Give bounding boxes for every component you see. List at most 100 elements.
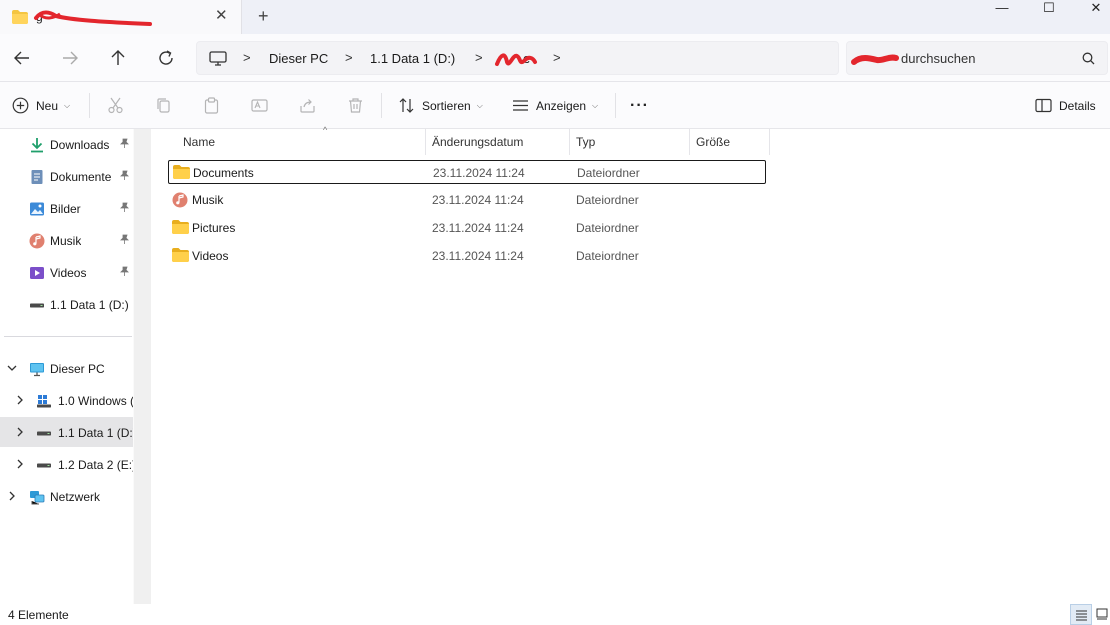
breadcrumb-chevron[interactable]: > <box>553 50 561 65</box>
large-icons-view-button[interactable] <box>1093 604 1110 625</box>
large-icons-view-icon <box>1096 608 1108 620</box>
details-view-icon <box>1076 610 1087 621</box>
sidebar-item-dokumente[interactable]: Dokumente <box>0 161 134 191</box>
forward-button[interactable] <box>58 46 82 70</box>
maximize-button[interactable]: ☐ <box>1029 0 1069 18</box>
sidebar-item-bilder[interactable]: Bilder <box>0 193 134 223</box>
cut-button[interactable] <box>107 82 124 129</box>
details-pane-button[interactable]: Details <box>1035 82 1096 129</box>
folder-icon <box>172 220 189 234</box>
file-type: Dateiordner <box>577 166 640 180</box>
pin-icon[interactable] <box>119 138 130 149</box>
windows-drive-icon <box>37 395 51 408</box>
view-list-icon <box>513 100 528 111</box>
drive-icon <box>37 463 51 468</box>
pictures-icon <box>30 202 44 216</box>
file-type: Dateiordner <box>576 221 639 235</box>
sidebar-item-label: Bilder <box>50 202 81 216</box>
sort-button[interactable]: Sortieren ⌵ <box>398 82 483 129</box>
search-box[interactable]: durchsuchen <box>846 41 1108 75</box>
arrow-up-icon <box>111 50 125 65</box>
column-header-date[interactable]: Änderungsdatum <box>426 129 570 155</box>
list-item-documents[interactable]: Documents 23.11.2024 11:24 Dateiordner <box>168 160 766 184</box>
column-header-size[interactable]: Größe <box>690 129 770 155</box>
list-item-pictures[interactable]: Pictures 23.11.2024 11:24 Dateiordner <box>168 216 766 240</box>
refresh-button[interactable] <box>154 46 178 70</box>
chevron-down-icon[interactable] <box>6 362 18 374</box>
sidebar-item-drive-d[interactable]: 1.1 Data 1 (D:) <box>0 417 137 447</box>
close-window-button[interactable]: ✕ <box>1076 0 1110 18</box>
view-button[interactable]: Anzeigen ⌵ <box>512 82 598 129</box>
up-button[interactable] <box>106 46 130 70</box>
pin-icon[interactable] <box>119 170 130 181</box>
sidebar-item-network[interactable]: Netzwerk <box>0 481 134 511</box>
breadcrumb-chevron[interactable]: > <box>243 50 251 65</box>
breadcrumb-this-pc[interactable]: Dieser PC <box>269 51 328 66</box>
sidebar-item-label: Netzwerk <box>50 490 101 504</box>
copy-button[interactable] <box>155 82 172 129</box>
file-name: Documents <box>193 166 254 180</box>
pin-icon[interactable] <box>119 202 130 213</box>
more-options-button[interactable]: ··· <box>630 82 649 129</box>
new-tab-button[interactable]: + <box>258 7 269 25</box>
pane-splitter[interactable] <box>134 129 151 604</box>
column-header-type[interactable]: Typ <box>570 129 690 155</box>
breadcrumb-chevron[interactable]: > <box>475 50 483 65</box>
file-type: Dateiordner <box>576 193 639 207</box>
sidebar-item-label: Videos <box>50 266 87 280</box>
file-date: 23.11.2024 11:24 <box>432 193 524 207</box>
list-item-videos[interactable]: Videos 23.11.2024 11:24 Dateiordner <box>168 244 766 268</box>
toolbar-divider <box>615 93 616 118</box>
share-button[interactable] <box>299 82 316 129</box>
sidebar-item-this-pc[interactable]: Dieser PC <box>0 353 134 383</box>
chevron-down-icon: ⌵ <box>476 100 483 110</box>
sidebar-item-label: Dieser PC <box>50 362 105 376</box>
sidebar-item-drive-c[interactable]: 1.0 Windows (C:) <box>0 385 134 415</box>
file-name: Pictures <box>192 221 236 235</box>
breadcrumb-drive-d[interactable]: 1.1 Data 1 (D:) <box>370 51 455 66</box>
redaction-mark <box>851 54 899 65</box>
search-input[interactable]: durchsuchen <box>901 51 975 66</box>
address-bar[interactable]: > Dieser PC > 1.1 Data 1 (D:) > e > <box>196 41 839 75</box>
sidebar-item-label: Musik <box>50 234 82 248</box>
view-label: Anzeigen <box>536 98 587 113</box>
pin-icon[interactable] <box>119 266 130 277</box>
column-divider[interactable] <box>769 129 770 155</box>
redaction-mark <box>495 53 537 66</box>
sidebar-item-videos[interactable]: Videos <box>0 257 134 287</box>
computer-icon <box>30 363 44 377</box>
pin-icon[interactable] <box>119 234 130 245</box>
refresh-icon <box>159 50 173 65</box>
music-folder-icon <box>172 192 188 208</box>
file-name: Videos <box>192 249 229 263</box>
delete-button[interactable] <box>347 82 364 129</box>
back-button[interactable] <box>10 46 34 70</box>
cut-icon <box>108 97 123 114</box>
search-icon[interactable] <box>1082 52 1095 65</box>
column-header-name[interactable]: Name ^ <box>177 125 426 155</box>
sort-label: Sortieren <box>422 98 471 113</box>
chevron-right-icon[interactable] <box>6 490 18 502</box>
details-view-button[interactable] <box>1070 604 1092 625</box>
chevron-down-icon: ⌵ <box>64 100 71 110</box>
paste-button[interactable] <box>203 82 220 129</box>
details-pane-icon <box>1035 98 1052 113</box>
rename-button[interactable] <box>251 82 268 129</box>
sidebar-item-drive-e[interactable]: 1.2 Data 2 (E:) <box>0 449 136 479</box>
chevron-right-icon[interactable] <box>14 394 26 406</box>
explorer-tab[interactable]: g ✕ <box>0 0 242 34</box>
close-tab-button[interactable]: ✕ <box>215 8 228 24</box>
new-button[interactable]: Neu ⌵ <box>12 82 70 129</box>
breadcrumb-chevron[interactable]: > <box>345 50 353 65</box>
minimize-button[interactable]: — <box>982 0 1022 18</box>
sidebar-item-drive-d-quick[interactable]: 1.1 Data 1 (D:) <box>0 289 134 319</box>
sidebar-item-musik[interactable]: Musik <box>0 225 134 255</box>
chevron-right-icon[interactable] <box>14 426 26 438</box>
folder-icon <box>12 10 28 24</box>
address-row: > Dieser PC > 1.1 Data 1 (D:) > e > durc… <box>0 34 1110 82</box>
folder-icon <box>173 165 190 179</box>
new-label: Neu <box>36 98 59 113</box>
sidebar-item-downloads[interactable]: Downloads <box>0 129 134 159</box>
list-item-musik[interactable]: Musik 23.11.2024 11:24 Dateiordner <box>168 188 766 212</box>
chevron-right-icon[interactable] <box>14 458 26 470</box>
